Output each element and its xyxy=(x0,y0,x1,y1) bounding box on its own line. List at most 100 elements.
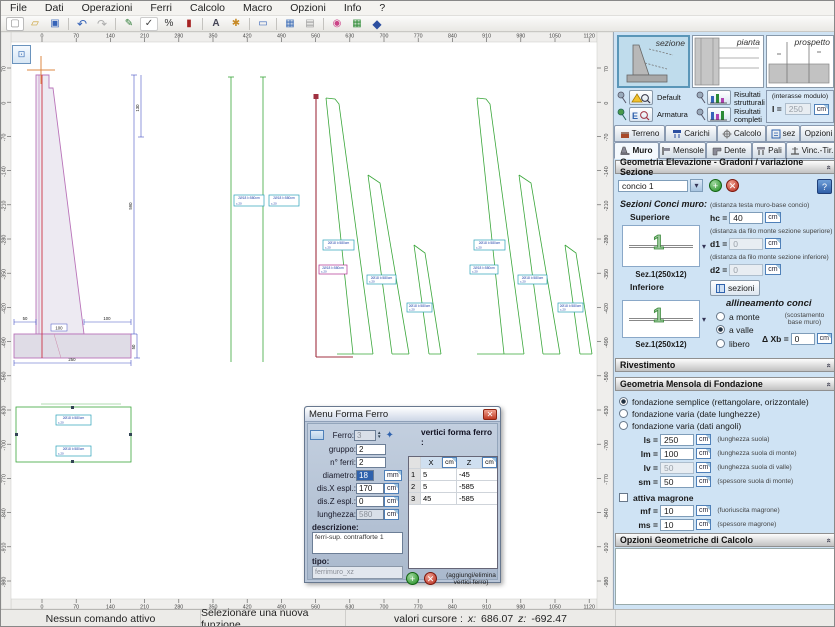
view-sezione-thumb[interactable]: sezione xyxy=(617,35,690,88)
interasse-unit-button[interactable]: cm xyxy=(814,104,829,115)
gear-icon[interactable]: ✱ xyxy=(227,17,245,31)
menu-calcolo[interactable]: Calcolo xyxy=(181,2,234,14)
d1-unit-button[interactable]: cm xyxy=(765,238,780,249)
dialog-titlebar[interactable]: Menu Forma Ferro xyxy=(305,407,500,422)
descrizione-field[interactable]: ferri-sup. contrafforte 1 xyxy=(312,532,403,554)
fondazione-section-header[interactable]: Geometria Mensola di Fondazione« xyxy=(615,377,835,391)
view-pianta-thumb[interactable]: pianta xyxy=(692,35,764,88)
undo-icon[interactable]: ↶ xyxy=(73,17,91,31)
ferro-spinner[interactable]: ▲▼ xyxy=(377,431,381,439)
colors-icon[interactable]: ◉ xyxy=(328,17,346,31)
disz-unit-button[interactable]: cm xyxy=(384,496,399,507)
d2-field[interactable]: 0 xyxy=(729,264,763,276)
ferro-field[interactable]: 3 xyxy=(354,430,376,441)
add-concio-button[interactable]: + xyxy=(709,179,722,192)
collapse-chevron-icon[interactable]: « xyxy=(824,363,833,367)
risultati-strutturali-button[interactable] xyxy=(707,90,731,105)
new-file-icon[interactable]: ▢ xyxy=(6,17,24,31)
lunghezza-field[interactable]: 580 xyxy=(356,509,384,520)
lunghezza-unit-button[interactable]: cm xyxy=(384,509,399,520)
radio-a-valle[interactable]: a valle xyxy=(716,323,754,336)
menu-opzioni[interactable]: Opzioni xyxy=(281,2,335,14)
view-prospetto-thumb[interactable]: prospetto xyxy=(766,35,834,88)
nferri-field[interactable]: 2 xyxy=(356,457,386,468)
col-x-unit-button[interactable]: cm xyxy=(442,457,457,468)
tab-calcolo[interactable]: Calcolo xyxy=(717,125,766,142)
window-icon[interactable]: ▭ xyxy=(254,17,272,31)
dialog-close-button[interactable]: ✕ xyxy=(483,409,497,420)
ms-unit-button[interactable]: cm xyxy=(696,519,711,530)
verify-sheet-icon[interactable]: ✓ xyxy=(140,17,158,31)
help-button[interactable]: ? xyxy=(817,179,832,194)
armatura-view-button[interactable]: E xyxy=(629,107,653,122)
hc-field[interactable]: 40 xyxy=(729,212,763,224)
mf-unit-button[interactable]: cm xyxy=(696,505,711,516)
lm-field[interactable]: 100 xyxy=(660,448,694,460)
measure-icon[interactable]: A xyxy=(207,17,225,31)
tipo-field[interactable]: ferrimuro_xz xyxy=(312,566,403,579)
superiore-dropdown-arrow[interactable]: ▾ xyxy=(702,242,706,251)
save-icon[interactable]: ▣ xyxy=(46,17,64,31)
dxb-unit-button[interactable]: cm xyxy=(817,333,832,344)
open-folder-icon[interactable]: ▱ xyxy=(26,17,44,31)
menu-file[interactable]: File xyxy=(1,2,36,14)
menu-operazioni[interactable]: Operazioni xyxy=(73,2,142,14)
tab-terreno[interactable]: Terreno xyxy=(614,125,665,142)
diametro-field[interactable]: 18 xyxy=(356,470,374,481)
calculator-icon[interactable]: ▦ xyxy=(348,17,366,31)
default-view-button[interactable] xyxy=(629,90,653,105)
d1-field[interactable]: 0 xyxy=(729,238,763,250)
collapse-chevron-icon[interactable]: « xyxy=(824,382,833,386)
tab-carichi[interactable]: Carichi xyxy=(665,125,717,142)
sm-unit-button[interactable]: cm xyxy=(696,476,711,487)
edit-sheet-icon[interactable]: ✎ xyxy=(120,17,138,31)
shield-icon[interactable]: ◆ xyxy=(368,17,386,31)
lv-field[interactable]: 50 xyxy=(660,462,694,474)
canvas-zoom-tool-button[interactable]: ⊡ xyxy=(12,45,31,64)
network-icon[interactable]: ▦ xyxy=(281,17,299,31)
sm-field[interactable]: 50 xyxy=(660,476,694,488)
vertici-row[interactable]: 2 5 -585 xyxy=(409,481,497,493)
radio-a-monte[interactable]: a monte xyxy=(716,310,760,323)
sezione-inferiore-preview[interactable]: 1 xyxy=(622,300,700,338)
delete-concio-button[interactable]: ✕ xyxy=(726,179,739,192)
redo-icon[interactable]: ↷ xyxy=(93,17,111,31)
sheet-icon[interactable]: ▤ xyxy=(301,17,319,31)
ms-field[interactable]: 10 xyxy=(660,519,694,531)
ls-field[interactable]: 250 xyxy=(660,434,694,446)
vertici-row[interactable]: 3 45 -585 xyxy=(409,493,497,505)
menu-info[interactable]: Info xyxy=(335,2,371,14)
d2-unit-button[interactable]: cm xyxy=(765,264,780,275)
mf-field[interactable]: 10 xyxy=(660,505,694,517)
disx-unit-button[interactable]: cm xyxy=(384,483,399,494)
lm-unit-button[interactable]: cm xyxy=(696,448,711,459)
vertici-table[interactable]: X cm Z cm 1 5 -45 2 5 -585 xyxy=(408,456,498,569)
disz-field[interactable]: 0 xyxy=(356,496,384,507)
interasse-field[interactable]: 250 xyxy=(785,103,811,115)
opzioni-calcolo-section-header[interactable]: Opzioni Geometriche di Calcolo« xyxy=(615,533,835,547)
hc-unit-button[interactable]: cm xyxy=(765,212,780,223)
collapse-chevron-icon[interactable]: « xyxy=(824,538,833,542)
risultati-completi-button[interactable] xyxy=(707,107,731,122)
vertici-row[interactable]: 1 5 -45 xyxy=(409,469,497,481)
diametro-unit-button[interactable]: mm xyxy=(384,470,402,481)
ls-unit-button[interactable]: cm xyxy=(696,434,711,445)
concio-select[interactable]: concio 1 xyxy=(618,180,688,192)
drawing-canvas[interactable]: 0070701401402102102802803503504204204904… xyxy=(1,32,613,609)
add-vertex-button[interactable]: + xyxy=(406,572,419,585)
tab-opzioni[interactable]: Opzioni xyxy=(800,125,835,142)
radio-fondazione-angoli[interactable]: fondazione varia (dati angoli) xyxy=(619,419,741,432)
disx-field[interactable]: 170 xyxy=(356,483,384,494)
col-z-unit-button[interactable]: cm xyxy=(482,457,497,468)
radio-libero[interactable]: libero xyxy=(716,337,750,350)
collapse-chevron-icon[interactable]: « xyxy=(824,165,833,169)
dxb-field[interactable]: 0 xyxy=(791,333,815,345)
sezione-superiore-preview[interactable]: 1 xyxy=(622,225,700,267)
menu-ferri[interactable]: Ferri xyxy=(141,2,181,14)
menu-forma-ferro-dialog[interactable]: Menu Forma Ferro ✕ Ferro: 3 ▲▼ ✦ gruppo:… xyxy=(304,406,501,583)
sezioni-button[interactable]: sezioni xyxy=(710,280,760,296)
percent-edit-icon[interactable]: % xyxy=(160,17,178,31)
lv-unit-button[interactable]: cm xyxy=(696,462,711,473)
delete-vertex-button[interactable]: ✕ xyxy=(424,572,437,585)
refresh-arrow-icon[interactable]: ✦ xyxy=(385,430,393,441)
